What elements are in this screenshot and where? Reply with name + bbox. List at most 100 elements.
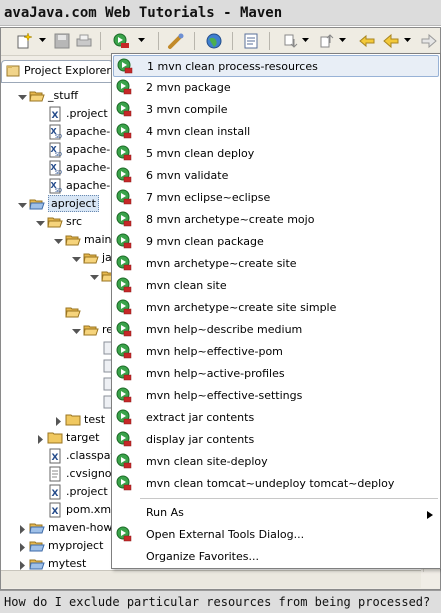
expanded-twisty-icon[interactable] [72,254,81,263]
print-icon[interactable] [75,32,93,50]
menu-item-favorite[interactable]: mvn clean tomcat~undeploy tomcat~deploy [113,473,439,495]
next-annotation-icon[interactable] [282,32,300,50]
menu-item-run-as[interactable]: Run As [113,502,439,524]
menu-item-label: display jar contents [146,433,255,446]
menu-item-label: mvn clean site [146,279,227,292]
expanded-twisty-icon[interactable] [72,326,81,335]
next-annotation-dropdown-icon[interactable] [302,37,309,44]
folder-open-icon [29,88,45,104]
menu-item-favorite[interactable]: 5 mvn clean deploy [113,143,439,165]
menu-item-label: mvn archetype~create site [146,257,297,270]
run-external-tool-icon [116,321,132,337]
menu-item-favorite[interactable]: 4 mvn clean install [113,121,439,143]
back-dropdown-icon[interactable] [404,37,411,44]
external-tools-icon[interactable] [112,32,130,50]
menu-item-favorite[interactable]: mvn help~effective-pom [113,341,439,363]
external-tools-menu: 1 mvn clean process-resources 2 mvn packa… [111,53,441,569]
globe-icon[interactable] [205,32,223,50]
run-external-tool-icon [116,167,132,183]
collapsed-twisty-icon[interactable] [54,416,63,426]
debug-tool-icon[interactable] [167,32,185,50]
tree-item-label: src [66,215,83,228]
folder-open-icon [47,214,63,230]
prev-annotation-dropdown-icon[interactable] [339,37,346,44]
menu-item-favorite[interactable]: 9 mvn clean package [113,231,439,253]
menu-item-favorite[interactable]: mvn help~effective-settings [113,385,439,407]
save-icon[interactable] [53,32,71,50]
prev-annotation-icon[interactable] [318,32,336,50]
new-wizard-icon[interactable] [15,32,33,50]
new-dropdown-icon[interactable] [39,37,46,44]
menu-item-label: mvn clean site-deploy [146,455,268,468]
menu-separator [140,498,438,499]
menu-item-favorite[interactable]: mvn archetype~create site simple [113,297,439,319]
run-external-tool-icon [116,343,132,359]
menu-item-favorite[interactable]: display jar contents [113,429,439,451]
expanded-twisty-icon[interactable] [36,218,45,227]
project-folder-icon [29,520,45,536]
collapsed-twisty-icon[interactable] [36,434,45,444]
menu-item-favorite[interactable]: mvn clean site-deploy [113,451,439,473]
menu-item-favorite[interactable]: 2 mvn package [113,77,439,99]
expanded-twisty-icon[interactable] [18,200,27,209]
menu-item-label: 5 mvn clean deploy [146,147,255,160]
svg-text:SD: SD [55,188,62,194]
last-edit-icon[interactable] [358,32,376,50]
expanded-twisty-icon[interactable] [54,236,63,245]
menu-item-favorite[interactable]: 1 mvn clean process-resources [113,55,439,77]
tab-project-explorer[interactable]: Project Explorer [1,60,113,82]
xml-file-icon: X [47,448,63,464]
menu-item-label: mvn archetype~create site simple [146,301,337,314]
run-external-tool-icon [116,79,132,95]
menu-item-favorite[interactable]: mvn archetype~create site [113,253,439,275]
tree-item-label: .project [66,107,108,120]
run-external-tool-icon [116,101,132,117]
main-toolbar [1,28,440,56]
menu-item-favorite[interactable]: mvn clean site [113,275,439,297]
collapsed-twisty-icon[interactable] [18,542,27,552]
xsd-file-icon: X SD [47,178,63,194]
folder-open-icon [65,232,81,248]
notepad-icon[interactable] [242,32,260,50]
tree-item-label: main [84,233,112,246]
menu-item-favorite[interactable]: 6 mvn validate [113,165,439,187]
svg-text:SD: SD [55,152,62,158]
expanded-twisty-icon[interactable] [18,92,27,101]
menu-item-favorite[interactable]: mvn help~describe medium [113,319,439,341]
run-external-tool-icon [116,233,132,249]
menu-item-organize-favorites[interactable]: Organize Favorites... [113,546,439,568]
menu-item-favorite[interactable]: 8 mvn archetype~create mojo [113,209,439,231]
menu-item-favorite[interactable]: 7 mvn eclipse~eclipse [113,187,439,209]
tree-item-label: .project [66,485,108,498]
xsd-file-icon: X SD [47,160,63,176]
run-external-tool-icon [116,475,132,491]
xml-file-icon: X [47,502,63,518]
tree-item-label: mytest [48,557,87,570]
run-external-tool-icon [116,145,132,161]
run-external-tool-icon [116,277,132,293]
menu-item-favorite[interactable]: 3 mvn compile [113,99,439,121]
submenu-arrow-icon [427,509,433,519]
run-external-tool-icon [116,453,132,469]
tree-horizontal-scrollbar[interactable] [1,570,421,588]
menu-item-label: Open External Tools Dialog... [146,528,305,541]
expanded-twisty-icon[interactable] [90,272,99,281]
tree-item-label: apache- [66,161,111,174]
forward-icon[interactable] [420,32,438,50]
menu-item-favorite[interactable]: mvn help~active-profiles [113,363,439,385]
xml-file-icon: X [47,484,63,500]
svg-text:X: X [52,111,59,121]
tree-item-label: aproject [48,195,99,212]
menu-item-label: mvn help~active-profiles [146,367,285,380]
menu-item-favorite[interactable]: extract jar contents [113,407,439,429]
collapsed-twisty-icon[interactable] [18,524,27,534]
menu-item-label: 8 mvn archetype~create mojo [146,213,315,226]
back-icon[interactable] [382,32,400,50]
run-external-tool-icon [116,189,132,205]
run-external-tool-icon [116,431,132,447]
svg-text:X: X [52,489,59,499]
external-tools-dropdown-icon[interactable] [138,37,145,44]
collapsed-twisty-icon[interactable] [18,560,27,570]
run-external-tool-icon [116,387,132,403]
menu-item-open-external-tools-dialog[interactable]: Open External Tools Dialog... [113,524,439,546]
